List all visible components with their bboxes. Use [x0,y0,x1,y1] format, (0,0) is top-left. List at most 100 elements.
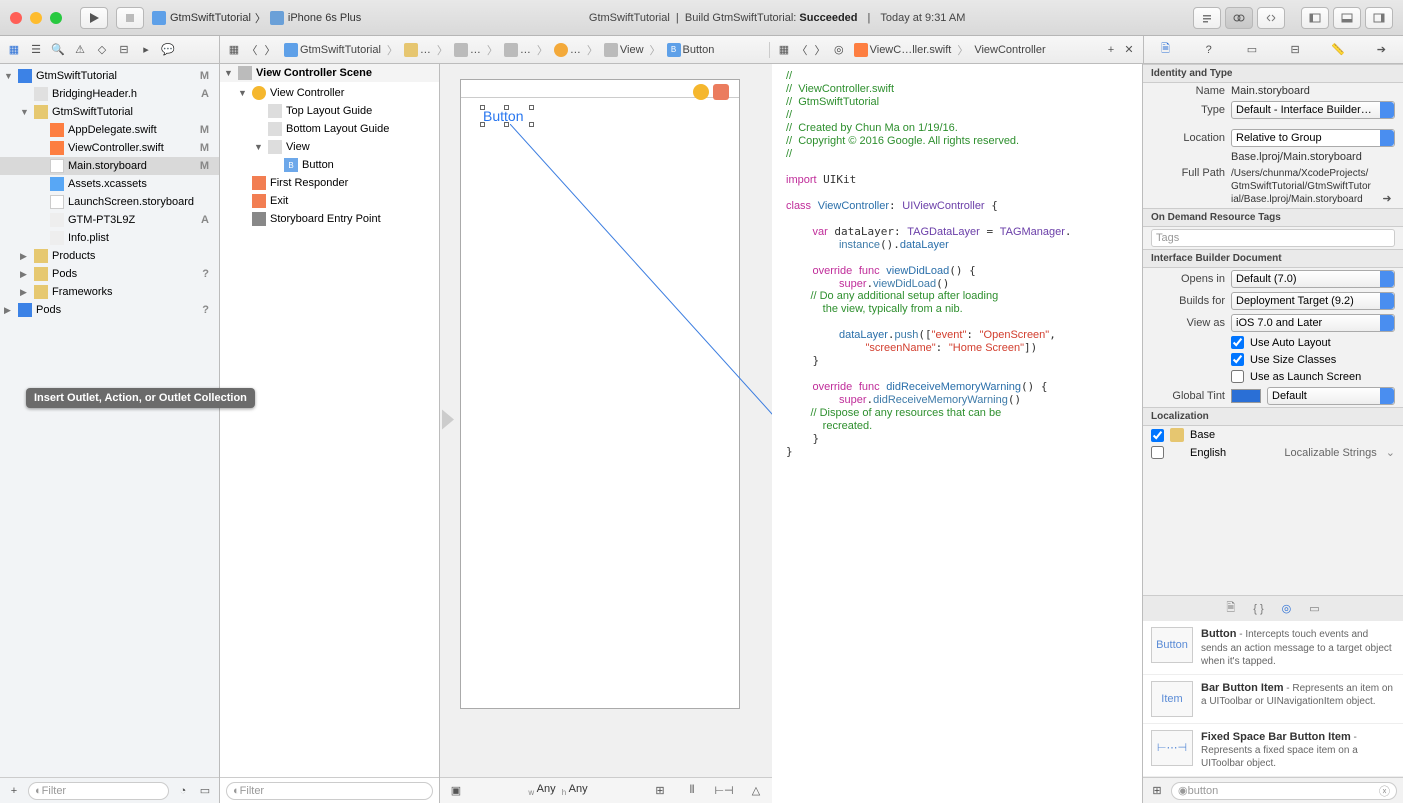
outline-item[interactable]: ▼View Controller [220,84,439,102]
project-navigator-icon[interactable]: ▦ [6,42,22,58]
scene-exit-icon[interactable] [713,84,729,100]
jumpbar-crumb[interactable]: GtmSwiftTutorial [280,43,385,57]
issue-navigator-icon[interactable]: ⚠ [72,42,88,58]
size-inspector-tab-icon[interactable]: 📏 [1330,42,1346,58]
odr-tags-input[interactable]: Tags [1151,229,1395,247]
assistant-back-button[interactable]: 〈 [794,42,810,58]
locale-base-checkbox[interactable] [1151,429,1164,442]
navigator-item[interactable]: Main.storyboardM [0,157,219,175]
assistant-related-icon[interactable]: ▦ [776,42,792,58]
run-button[interactable] [80,7,108,29]
jumpbar-crumb[interactable]: View [600,43,648,57]
debug-navigator-icon[interactable]: ⊟ [116,42,132,58]
assistant-editor-button[interactable] [1225,7,1253,29]
outline-toggle-handle[interactable] [440,405,456,436]
autolayout-checkbox[interactable] [1231,336,1244,349]
stop-button[interactable] [116,7,144,29]
outline-item[interactable]: Bottom Layout Guide [220,120,439,138]
interface-builder-canvas[interactable]: Button [440,64,772,777]
identity-inspector-tab-icon[interactable]: ▭ [1244,42,1260,58]
navigator-item[interactable]: AppDelegate.swiftM [0,121,219,139]
locale-english-checkbox[interactable] [1151,446,1164,459]
file-inspector-tab-icon[interactable]: 🗎 [1158,42,1174,58]
device-canvas[interactable]: Button [460,79,740,709]
scene-vc-icon[interactable] [693,84,709,100]
breakpoint-navigator-icon[interactable]: ▸ [138,42,154,58]
jumpbar-crumb[interactable]: ViewController [970,44,1049,56]
add-file-icon[interactable]: + [6,783,22,799]
forward-button[interactable]: 〉 [262,42,278,58]
code-snippet-lib-tab[interactable]: { } [1253,603,1263,615]
minimize-window-button[interactable] [30,12,42,24]
location-select[interactable]: Relative to Group [1231,129,1395,147]
selected-ui-button[interactable]: Button [483,108,531,124]
navigator-item[interactable]: GTM-PT3L9ZA [0,211,219,229]
navigator-item[interactable]: ▶Products [0,247,219,265]
reveal-path-icon[interactable]: ➜ [1379,190,1395,206]
file-type-select[interactable]: Default - Interface Builder… [1231,101,1395,119]
outline-item[interactable]: Exit [220,192,439,210]
outline-item[interactable]: Top Layout Guide [220,102,439,120]
size-class-selector[interactable]: w Any h Any [528,783,587,797]
file-template-lib-tab[interactable]: 🗎 [1226,599,1235,618]
pin-icon[interactable]: ⊢⊣ [716,783,732,799]
clear-search-icon[interactable]: ⓧ [1379,783,1390,799]
outline-item[interactable]: First Responder [220,174,439,192]
jumpbar-crumb[interactable]: … [500,43,535,57]
version-editor-button[interactable] [1257,7,1285,29]
outline-item[interactable]: ▼View [220,138,439,156]
sizeclasses-checkbox[interactable] [1231,353,1244,366]
toggle-navigator-button[interactable] [1301,7,1329,29]
report-navigator-icon[interactable]: 💬 [160,42,176,58]
outline-filter-input[interactable]: ◐ Filter [226,782,433,800]
close-assistant-icon[interactable]: ✕ [1121,42,1137,58]
assistant-mode-icon[interactable]: ◎ [830,43,848,56]
navigator-item[interactable]: ▶Pods? [0,265,219,283]
recent-filter-icon[interactable]: ◔ [175,783,191,799]
jumpbar-crumb[interactable]: … [450,43,485,57]
object-lib-tab[interactable]: ◎ [1282,602,1292,615]
navigator-item[interactable]: ▼GtmSwiftTutorial [0,103,219,121]
tint-select[interactable]: Default [1267,387,1395,405]
navigator-item[interactable]: ▶Pods? [0,301,219,319]
navigator-item[interactable]: Info.plist [0,229,219,247]
navigator-item[interactable]: ▼GtmSwiftTutorialM [0,67,219,85]
jumpbar-crumb[interactable]: BButton [663,43,719,57]
outline-scene-title[interactable]: View Controller Scene [256,67,372,79]
related-items-icon[interactable]: ▦ [226,42,242,58]
resolve-icon[interactable]: △ [748,783,764,799]
navigator-item[interactable]: Assets.xcassets [0,175,219,193]
zoom-window-button[interactable] [50,12,62,24]
library-item[interactable]: ItemBar Button Item - Represents an item… [1143,675,1403,724]
toggle-outline-icon[interactable]: ▣ [448,783,464,799]
outline-item[interactable]: Storyboard Entry Point [220,210,439,228]
file-name-value[interactable]: Main.storyboard [1231,85,1395,97]
library-item[interactable]: ⊢⋯⊣Fixed Space Bar Button Item - Represe… [1143,724,1403,777]
scm-filter-icon[interactable]: ▭ [197,783,213,799]
tint-color-chip[interactable] [1231,389,1261,403]
stack-icon[interactable]: ⊞ [652,783,668,799]
test-navigator-icon[interactable]: ◇ [94,42,110,58]
quick-help-tab-icon[interactable]: ? [1201,42,1217,58]
jumpbar-crumb[interactable]: ViewC…ller.swift [850,43,956,57]
library-search-input[interactable]: ◉ buttonⓧ [1171,782,1397,800]
navigator-item[interactable]: ViewController.swiftM [0,139,219,157]
view-as-select[interactable]: iOS 7.0 and Later [1231,314,1395,332]
assistant-forward-button[interactable]: 〉 [812,42,828,58]
connections-inspector-tab-icon[interactable]: ➔ [1373,42,1389,58]
navigator-filter-input[interactable]: ◐ Filter [28,782,169,800]
scheme-selector[interactable]: GtmSwiftTutorial 〉 iPhone 6s Plus [152,10,361,26]
close-window-button[interactable] [10,12,22,24]
assistant-code-editor[interactable]: // // ViewController.swift // GtmSwiftTu… [772,64,1142,803]
standard-editor-button[interactable] [1193,7,1221,29]
toggle-debug-button[interactable] [1333,7,1361,29]
attributes-inspector-tab-icon[interactable]: ⊟ [1287,42,1303,58]
media-lib-tab[interactable]: ▭ [1309,602,1319,615]
find-navigator-icon[interactable]: 🔍 [50,42,66,58]
toggle-utilities-button[interactable] [1365,7,1393,29]
add-assistant-icon[interactable]: + [1103,42,1119,58]
navigator-item[interactable]: BridgingHeader.hA [0,85,219,103]
align-icon[interactable]: ⫴ [684,783,700,799]
builds-for-select[interactable]: Deployment Target (9.2) [1231,292,1395,310]
opens-in-select[interactable]: Default (7.0) [1231,270,1395,288]
